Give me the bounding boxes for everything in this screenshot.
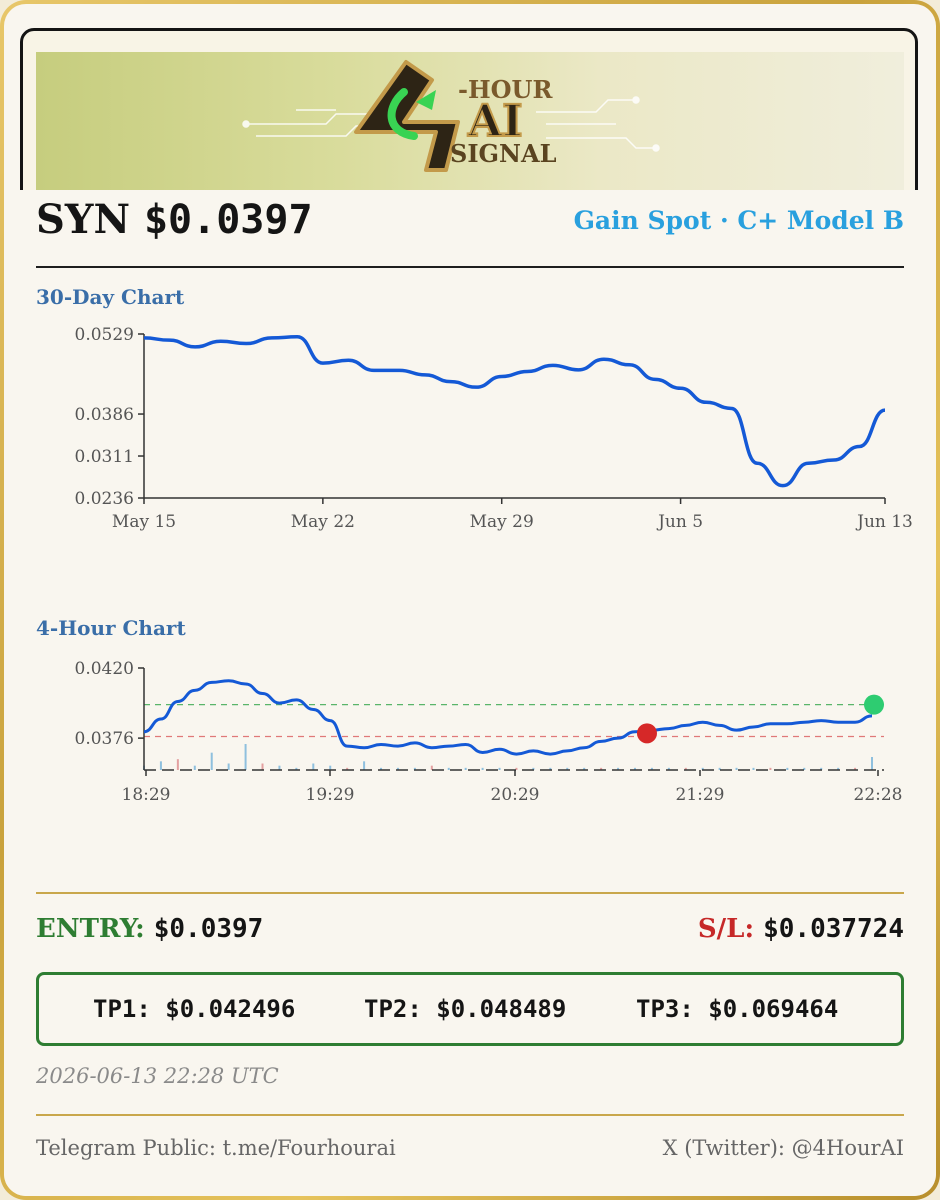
x-tick-label: Jun 5 <box>656 512 703 532</box>
volume-bar <box>210 752 213 770</box>
telegram-link[interactable]: Telegram Public: t.me/Fourhourai <box>36 1136 396 1160</box>
model-tag: Gain Spot · C+ Model B <box>573 206 904 235</box>
volume-bar <box>498 767 501 770</box>
sl-value: $0.037724 <box>763 914 904 944</box>
twitter-link[interactable]: X (Twitter): @4HourAI <box>663 1136 904 1160</box>
volume-bar <box>447 767 450 770</box>
chart-30d: 0.0529 0.0386 0.0311 0.0236 May 15 May 22 May … <box>75 325 913 532</box>
brand-logo: -HOUR AI SIGNAL <box>242 60 660 172</box>
tp3: TP3: $0.069464 <box>636 995 839 1023</box>
sl-label: S/L: <box>697 914 755 944</box>
volume-bar <box>363 761 366 770</box>
chart-30d-title: 30-Day Chart <box>36 285 185 309</box>
x-tick-label: 22:28 <box>854 785 903 805</box>
y-tick-label: 0.0236 <box>75 489 134 509</box>
current-price: $0.0397 <box>143 197 313 243</box>
x-tick-label: May 22 <box>291 512 355 532</box>
y-tick-label: 0.0529 <box>75 325 134 345</box>
volume-bar <box>786 767 789 770</box>
entry-marker <box>636 723 657 744</box>
x-tick-label: May 15 <box>112 512 176 532</box>
entry-label: ENTRY: <box>36 914 145 944</box>
volume-bar <box>752 767 755 770</box>
target-marker <box>864 694 884 715</box>
timestamp: 2026-06-13 22:28 UTC <box>36 1064 279 1088</box>
take-profit-box: TP1: $0.042496 TP2: $0.048489 TP3: $0.06… <box>36 972 904 1046</box>
x-tick-label: 21:29 <box>676 785 725 805</box>
tp2: TP2: $0.048489 <box>364 995 567 1023</box>
ticker-title: SYN $0.0397 <box>36 196 313 243</box>
header-divider <box>36 266 904 268</box>
chart-4h: 0.0420 0.0376 18:29 19:29 20:29 21:29 22:28 <box>75 659 903 805</box>
volume-bar <box>871 757 873 770</box>
volume-bar <box>261 763 264 770</box>
volume-bar <box>735 767 738 770</box>
volume-bar <box>193 765 196 770</box>
banner: -HOUR AI SIGNAL <box>36 52 904 190</box>
tp1: TP1: $0.042496 <box>93 995 296 1023</box>
volume-bar <box>176 759 179 770</box>
volume-bar <box>464 767 467 770</box>
price-line-4h <box>143 679 873 756</box>
entry-level: ENTRY: $0.0397 <box>36 914 263 944</box>
y-tick-label: 0.0420 <box>75 659 134 679</box>
y-tick-label: 0.0386 <box>75 405 134 425</box>
x-tick-label: 19:29 <box>306 785 355 805</box>
volume-bar <box>159 761 162 770</box>
symbol: SYN <box>36 196 131 243</box>
entry-value: $0.0397 <box>153 914 264 944</box>
x-tick-label: 18:29 <box>122 785 171 805</box>
logo-line3: SIGNAL <box>450 139 557 168</box>
price-line-30d <box>143 335 886 488</box>
levels-divider <box>36 892 904 894</box>
y-tick-label: 0.0376 <box>75 729 134 749</box>
volume-bar <box>481 767 484 770</box>
x-tick-label: 20:29 <box>491 785 540 805</box>
header: SYN $0.0397 Gain Spot · C+ Model B <box>36 196 904 246</box>
stop-loss-level: S/L: $0.037724 <box>698 914 904 944</box>
volume-bar <box>312 763 315 770</box>
x-tick-label: May 29 <box>470 512 534 532</box>
volume-bar <box>227 763 230 770</box>
y-tick-label: 0.0311 <box>75 447 134 467</box>
levels: ENTRY: $0.0397 S/L: $0.037724 <box>36 914 904 950</box>
x-tick-label: Jun 13 <box>855 512 913 532</box>
volume-bar <box>244 744 247 770</box>
numeral-4-icon <box>354 60 460 172</box>
footer-divider <box>36 1114 904 1116</box>
volume-bar <box>769 767 772 770</box>
chart-4h-title: 4-Hour Chart <box>36 616 186 640</box>
